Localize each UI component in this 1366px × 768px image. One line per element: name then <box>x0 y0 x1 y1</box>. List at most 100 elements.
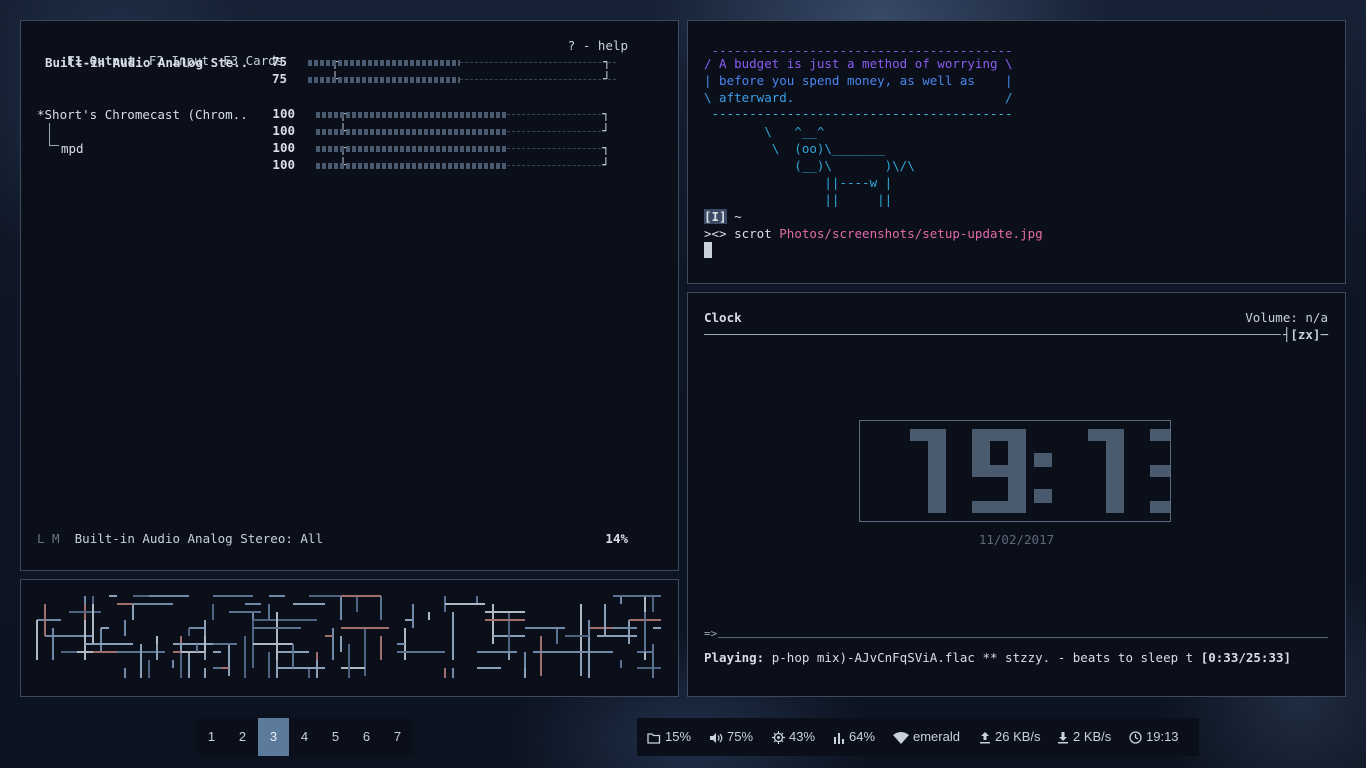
mpd-level-bar-right[interactable]: └┘ <box>309 157 613 174</box>
player-flags: ┤[zx]─ <box>1280 327 1328 342</box>
cow-art-3: (__)\ )\/\ <box>704 158 915 173</box>
clock-digit-cell-0 <box>910 429 928 441</box>
workspace-3[interactable]: 3 <box>258 718 289 756</box>
alsamixer-window[interactable]: F1 Output F2 Input F3 Cards ? - help Built… <box>20 20 679 571</box>
speaker-icon <box>710 732 723 743</box>
clock-digit-cell-8 <box>972 429 990 441</box>
clock-digit-cell-15 <box>972 465 990 477</box>
screen-title: Clock <box>704 310 742 325</box>
clock-digit-cell-14 <box>1008 453 1026 465</box>
cpu-status[interactable]: 43% <box>772 718 815 756</box>
mpd-volume-right: 100 <box>272 157 295 172</box>
clock-date: 11/02/2017 <box>978 532 1055 547</box>
clock-digit-cell-43 <box>1150 501 1168 513</box>
workspace-7[interactable]: 7 <box>382 718 413 756</box>
mpd-label[interactable]: mpd <box>61 140 84 157</box>
mixer-status-line: L M Built-in Audio Analog Stereo: All <box>37 531 323 546</box>
terminal-window[interactable]: ----------------------------------------… <box>687 20 1346 284</box>
upload-icon <box>980 732 990 744</box>
mpd-volume-left: 100 <box>272 140 295 155</box>
bar-chart-icon <box>834 732 844 744</box>
download-icon <box>1058 732 1068 744</box>
workspace-bar: 1 2 3 4 5 6 7 <box>196 718 413 756</box>
cow-art-5: || || <box>704 192 893 207</box>
chromecast-volume-right: 100 <box>272 123 295 138</box>
progress-track <box>718 637 1328 638</box>
clock-digit-cell-2 <box>928 441 946 453</box>
prompt-symbol: ><> <box>704 226 727 241</box>
workspace-1[interactable]: 1 <box>196 718 227 756</box>
clock-digit-cell-25 <box>1088 429 1106 441</box>
clock-digit-cell-21 <box>990 501 1008 513</box>
clock-digit-cell-20 <box>972 501 990 513</box>
disk-status[interactable]: 15% <box>647 718 691 756</box>
clock-digit-cell-38 <box>1150 465 1168 477</box>
command-argument[interactable]: Photos/screenshots/setup-update.jpg <box>779 226 1042 241</box>
clock-colon-dot-24 <box>1034 489 1052 503</box>
clock-digit-cell-29 <box>1106 465 1124 477</box>
ncmpcpp-window[interactable]: Clock Volume: n/a ┤[zx]─ 11/02/2017 => P… <box>687 292 1346 697</box>
cow-art-2: \ (oo)\_______ <box>704 141 885 156</box>
clock-digit-cell-28 <box>1106 453 1124 465</box>
cow-art-4: ||----w | <box>704 175 893 190</box>
device-level-bar-right[interactable]: └┘ <box>301 71 623 88</box>
clock-digit-cell-39 <box>1168 465 1170 477</box>
workspace-5[interactable]: 5 <box>320 718 351 756</box>
cpu-icon <box>772 731 785 745</box>
clock-digit-cell-17 <box>1008 465 1026 477</box>
playing-label: Playing: <box>704 650 765 665</box>
mpd-level-bar-left[interactable]: ┌┐ <box>309 140 613 157</box>
progress-marker: => <box>704 627 718 640</box>
pipes-screensaver <box>20 579 679 697</box>
workspace-6[interactable]: 6 <box>351 718 382 756</box>
clock-digit-cell-34 <box>1168 429 1170 441</box>
clock-digit-cell-31 <box>1106 489 1124 501</box>
cowsay-text-1: / A budget is just a method of worrying … <box>704 56 1013 71</box>
clock-digit-cell-7 <box>928 501 946 513</box>
vi-mode-badge: [I] <box>704 209 727 224</box>
wifi-icon <box>893 731 909 744</box>
clock-digit-cell-3 <box>928 453 946 465</box>
header-rule <box>704 334 1314 335</box>
progress-bar[interactable]: => <box>704 627 1328 643</box>
clock-digit-cell-30 <box>1106 477 1124 489</box>
time-status[interactable]: 19:13 <box>1129 718 1179 756</box>
status-flags: L M <box>37 531 60 546</box>
upload-status[interactable]: 26 KB/s <box>979 718 1041 756</box>
folder-icon <box>647 732 661 744</box>
clock-display <box>859 420 1171 522</box>
status-percent: 14% <box>605 531 628 546</box>
cowsay-line-1: / A budget is just a method of worrying … <box>704 55 1013 72</box>
workspace-4[interactable]: 4 <box>289 718 320 756</box>
wifi-status[interactable]: emerald <box>893 718 960 756</box>
clock-digit-cell-26 <box>1106 429 1124 441</box>
volume-value: 75% <box>727 729 754 744</box>
status-bar: 15% 75% 43% 64% emerald 26 KB/s 2 KB/s 1… <box>637 718 1199 756</box>
download-status[interactable]: 2 KB/s <box>1057 718 1111 756</box>
disk-value: 15% <box>665 729 692 744</box>
clock-icon <box>1129 731 1142 744</box>
clock-colon-dot-23 <box>1034 453 1052 467</box>
chromecast-level-bar-right[interactable]: └┘ <box>309 123 613 140</box>
clock-digit-cell-5 <box>928 477 946 489</box>
device-label: Built-in Audio Analog Ste.. <box>45 55 249 70</box>
upload-value: 26 KB/s <box>995 729 1041 744</box>
pipes-art <box>36 595 661 678</box>
command-text[interactable]: scrot <box>727 226 780 241</box>
playing-title: p-hop mix)-AJvCnFqSViA.flac ** stzzy. - … <box>764 650 1201 665</box>
workspace-2[interactable]: 2 <box>227 718 258 756</box>
chromecast-label[interactable]: *Short's Chromecast (Chrom.. <box>37 106 248 123</box>
clock-digit-cell-9 <box>990 429 1008 441</box>
memory-status[interactable]: 64% <box>833 718 875 756</box>
prompt-cwd: ~ <box>726 209 742 224</box>
device-level-bar-left[interactable]: ┌┐ <box>301 54 623 71</box>
prompt-line-2[interactable]: ><> scrot Photos/screenshots/setup-updat… <box>704 225 1043 242</box>
wifi-value: emerald <box>913 729 960 744</box>
device-volume-left: 75 <box>271 54 287 69</box>
clock-digit-cell-10 <box>1008 429 1026 441</box>
chromecast-level-bar-left[interactable]: ┌┐ <box>309 106 613 123</box>
clock-digit-cell-33 <box>1150 429 1168 441</box>
help-hint: ? - help <box>567 38 628 53</box>
cowsay-line-2: | before you spend money, as well as | <box>704 73 1013 88</box>
volume-status[interactable]: 75% <box>709 718 753 756</box>
